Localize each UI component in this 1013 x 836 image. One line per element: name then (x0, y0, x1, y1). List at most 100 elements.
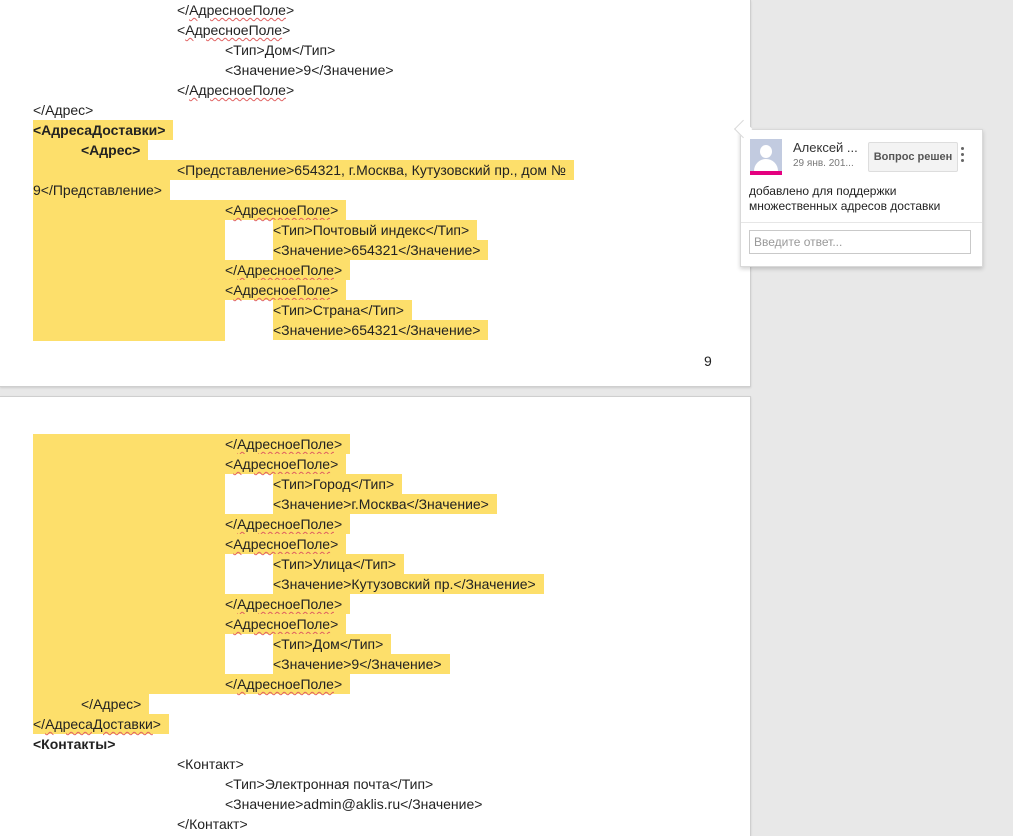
text-run: < (225, 282, 234, 298)
code-line-text: </АдресноеПоле> (177, 0, 302, 20)
text-run: > (330, 536, 339, 552)
page-number: 9 (704, 353, 712, 369)
text-run: < (177, 22, 186, 38)
code-line-text: <Тип>Улица</Тип> (273, 554, 405, 574)
spellcheck-word: АдресаДоставки (45, 716, 153, 732)
text-run: > (152, 716, 161, 732)
text-run: <Значение>9</Значение> (225, 62, 394, 78)
highlight-fill (33, 140, 81, 160)
code-line-text: <Тип>Город</Тип> (273, 474, 403, 494)
comment-text: добавлено для поддержки множественных ад… (749, 184, 941, 213)
document-page-2: </АдресноеПоле> <АдресноеПоле> <Тип>Город<… (0, 396, 751, 836)
code-line-text: <АдресноеПоле> (225, 534, 347, 554)
code-line-text: <Адрес> (81, 140, 149, 160)
text-run: > (333, 596, 343, 612)
code-line-text: <Контакты> (33, 734, 123, 754)
spellcheck-word: АдресноеПоле (237, 676, 334, 692)
code-line-text: <Значение>654321</Значение> (273, 320, 489, 340)
text-run: > (282, 22, 291, 38)
text-run: > (285, 82, 295, 98)
code-line-text: </АдресноеПоле> (225, 594, 351, 614)
text-run: > (330, 282, 339, 298)
text-run: </ (225, 676, 238, 692)
code-line-text: <АдресноеПоле> (225, 280, 347, 300)
more-options-icon[interactable] (960, 147, 966, 165)
text-run: <АдресаДоставки> (33, 122, 165, 138)
text-run: </ (225, 596, 238, 612)
text-run: </ (225, 436, 238, 452)
spellcheck-word: АдресноеПоле (233, 456, 331, 472)
text-run: <Значение>г.Москва</Значение> (273, 496, 489, 512)
spellcheck-word: АдресноеПоле (237, 262, 334, 278)
reply-input[interactable] (749, 230, 971, 254)
text-run: <Значение>654321</Значение> (273, 242, 481, 258)
spellcheck-word: АдресноеПоле (237, 596, 334, 612)
text-run: <Тип>Улица</Тип> (273, 556, 397, 572)
text-run: <Тип>Почтовый индекс</Тип> (273, 222, 470, 238)
spellcheck-word: АдресноеПоле (185, 22, 283, 38)
spellcheck-word: АдресноеПоле (237, 436, 334, 452)
text-run: <Тип>Электронная почта</Тип> (225, 776, 434, 792)
spellcheck-word: АдресноеПоле (233, 616, 331, 632)
code-line-text: <Значение>Кутузовский пр.</Значение> (273, 574, 544, 594)
text-run: <Контакт> (177, 756, 244, 772)
code-line-text: <Тип>Почтовый индекс</Тип> (273, 220, 478, 240)
code-line-text: <Значение>admin@aklis.ru</Значение> (225, 794, 490, 814)
text-run: > (330, 202, 339, 218)
comment-card[interactable]: Алексей ... 29 янв. 201... Вопрос решен … (740, 129, 983, 267)
text-run: </ (177, 2, 190, 18)
text-run: > (330, 456, 339, 472)
code-line-text: <Значение>9</Значение> (273, 654, 450, 674)
text-run: > (333, 676, 343, 692)
text-run: </ (225, 262, 238, 278)
spellcheck-word: АдресноеПоле (233, 282, 331, 298)
comment-date: 29 янв. 201... (793, 158, 854, 169)
highlight-fill (33, 200, 225, 341)
bold-text: <Контакты> (33, 736, 116, 752)
code-line-text: 9</Представление> (33, 180, 170, 200)
code-line-text: </АдресноеПоле> (225, 514, 351, 534)
highlight-fill (33, 160, 177, 180)
code-line-text: </Адрес> (81, 694, 150, 714)
text-run: </Контакт> (177, 816, 248, 832)
text-run: <Адрес> (81, 142, 140, 158)
text-run: <Значение>Кутузовский пр.</Значение> (273, 576, 536, 592)
text-run: > (330, 616, 339, 632)
code-line-text: <Контакт> (177, 754, 252, 774)
text-run: <Тип>Город</Тип> (273, 476, 395, 492)
code-line-text: </Контакт> (177, 814, 256, 834)
bold-text: <Адрес> (81, 142, 141, 158)
code-line-text: </АдресноеПоле> (225, 260, 351, 280)
highlight-fill (33, 694, 81, 714)
spellcheck-word: АдресноеПоле (189, 82, 286, 98)
comment-author: Алексей ... (793, 140, 858, 155)
code-line-text: <Значение>654321</Значение> (273, 240, 489, 260)
text-run: > (333, 436, 343, 452)
text-run: <Значение>admin@aklis.ru</Значение> (225, 796, 483, 812)
code-line-text: <Значение>г.Москва</Значение> (273, 494, 497, 514)
document-page-1: </АдресноеПоле> <АдресноеПоле> <Тип>Дом</Т… (0, 0, 751, 387)
code-line-text: <Тип>Электронная почта</Тип> (225, 774, 441, 794)
text-run: < (225, 202, 234, 218)
code-line-text: <АдресноеПоле> (225, 200, 347, 220)
code-line-text: <АдресноеПоле> (225, 454, 347, 474)
text-run: <Тип>Страна</Тип> (273, 302, 404, 318)
text-run: > (333, 516, 343, 532)
code-line-text: </АдресноеПоле> (225, 434, 351, 454)
code-line-text: </АдресноеПоле> (225, 674, 351, 694)
code-line-text: <Представление>654321, г.Москва, Кутузов… (177, 160, 574, 180)
text-run: <Представление>654321, г.Москва, Кутузов… (177, 162, 566, 178)
text-run: > (333, 262, 343, 278)
code-line-text: <Тип>Страна</Тип> (273, 300, 412, 320)
spellcheck-word: АдресноеПоле (237, 516, 334, 532)
resolve-button[interactable]: Вопрос решен (868, 142, 958, 172)
text-run: </ (177, 82, 190, 98)
text-run: <Значение>9</Значение> (273, 656, 442, 672)
code-line-text: </Адрес> (33, 100, 101, 120)
text-run: < (225, 616, 234, 632)
text-run: <Контакты> (33, 736, 115, 752)
text-run: </Адрес> (81, 696, 142, 712)
avatar (750, 139, 782, 175)
text-run: </Адрес> (33, 102, 94, 118)
text-run: <Значение>654321</Значение> (273, 322, 481, 338)
